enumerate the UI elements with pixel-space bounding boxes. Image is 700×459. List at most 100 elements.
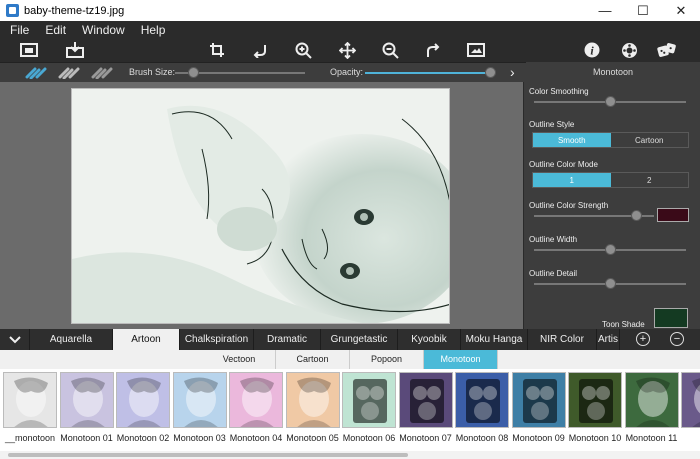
preset-label: Mo: [679, 433, 700, 443]
preset-thumbnail[interactable]: [3, 372, 57, 428]
undo-icon[interactable]: [250, 40, 270, 60]
preset-thumbnail[interactable]: [59, 372, 114, 428]
preset-thumbnail[interactable]: [455, 372, 509, 428]
preset-label: Monotoon 02: [116, 433, 170, 443]
outline-detail-slider-knob[interactable]: [605, 278, 616, 289]
crop-icon[interactable]: [207, 40, 227, 60]
title-bar: baby-theme-tz19.jpg — ☐ ✕: [0, 0, 700, 21]
app-icon: [6, 4, 19, 17]
tab-dramatic[interactable]: Dramatic: [254, 329, 321, 350]
redo-icon[interactable]: [423, 40, 443, 60]
brush-erase-icon[interactable]: [58, 66, 82, 80]
collapse-tabs-icon[interactable]: [0, 329, 30, 350]
effect-tabs: Aquarella Artoon Chalkspiration Dramatic…: [0, 329, 700, 350]
subtab-popoon[interactable]: Popoon: [350, 350, 424, 369]
tab-moku-hanga[interactable]: Moku Hanga: [461, 329, 528, 350]
outline-color-swatch[interactable]: [657, 208, 689, 222]
preset-strip: __monotoon Monotoon 01 Monotoon 02 Monotoon…: [0, 369, 700, 459]
scrollbar-thumb[interactable]: [8, 453, 408, 457]
outline-color-mode-1[interactable]: 1: [533, 173, 611, 187]
outline-style-toggle: Smooth Cartoon: [532, 132, 689, 148]
zoom-out-icon[interactable]: [380, 40, 400, 60]
color-smoothing-label: Color Smoothing: [529, 87, 589, 96]
save-icon[interactable]: [65, 40, 85, 60]
opacity-track[interactable]: [365, 72, 491, 74]
preset-label: Monotoon 10: [568, 433, 622, 443]
subtab-vectoon[interactable]: Vectoon: [203, 350, 276, 369]
brush-size-slider-knob[interactable]: [187, 67, 199, 78]
settings-icon[interactable]: [619, 40, 639, 60]
outline-color-mode-2[interactable]: 2: [611, 173, 689, 187]
settings-panel: Color Smoothing Outline Style Smooth Car…: [523, 82, 700, 329]
tab-grungetastic[interactable]: Grungetastic: [321, 329, 398, 350]
close-button[interactable]: ✕: [662, 0, 700, 21]
edited-photo[interactable]: [71, 88, 450, 324]
preset-label: Monotoon 03: [173, 433, 226, 443]
tab-chalkspiration[interactable]: Chalkspiration: [180, 329, 254, 350]
preset-thumbnail[interactable]: [398, 372, 453, 428]
remove-preset-icon[interactable]: −: [670, 332, 684, 346]
fit-image-icon[interactable]: [466, 40, 486, 60]
preset-thumbnail[interactable]: [229, 372, 283, 428]
subtab-cartoon[interactable]: Cartoon: [276, 350, 350, 369]
outline-color-mode-label: Outline Color Mode: [529, 160, 598, 169]
preset-thumbnail[interactable]: [342, 372, 396, 428]
random-icon[interactable]: [657, 40, 677, 60]
minimize-button[interactable]: —: [586, 0, 624, 21]
outline-width-slider-knob[interactable]: [605, 244, 616, 255]
brush-size-label: Brush Size:: [129, 67, 176, 77]
panel-title: Monotoon: [526, 62, 700, 82]
opacity-slider-knob[interactable]: [485, 67, 496, 78]
preset-label: __monotoon: [4, 433, 56, 443]
preset-label: Monotoon 11: [625, 433, 678, 443]
add-preset-icon[interactable]: +: [636, 332, 650, 346]
preset-label: Monotoon 05: [286, 433, 339, 443]
outline-style-cartoon[interactable]: Cartoon: [611, 133, 689, 147]
brush-restore-icon[interactable]: [25, 66, 49, 80]
outline-color-strength-slider-knob[interactable]: [631, 210, 642, 221]
maximize-button[interactable]: ☐: [624, 0, 662, 21]
outline-style-label: Outline Style: [529, 120, 575, 129]
preset-label: Monotoon 08: [455, 433, 509, 443]
menu-edit[interactable]: Edit: [45, 23, 66, 37]
opacity-label: Opacity:: [330, 67, 364, 77]
toolbar: i: [0, 38, 700, 62]
toon-shade-swatch[interactable]: [654, 308, 688, 328]
tab-kyoobik[interactable]: Kyoobik: [398, 329, 461, 350]
tab-aquarella[interactable]: Aquarella: [30, 329, 113, 350]
collapse-panel-arrow-icon[interactable]: ›: [510, 64, 515, 80]
color-smoothing-slider-knob[interactable]: [605, 96, 616, 107]
info-icon[interactable]: i: [582, 40, 602, 60]
outline-width-label: Outline Width: [529, 235, 578, 244]
subtab-monotoon[interactable]: Monotoon: [424, 350, 498, 369]
window-title: baby-theme-tz19.jpg: [24, 4, 125, 17]
tab-artis[interactable]: Artis: [597, 329, 620, 350]
menu-window[interactable]: Window: [82, 23, 125, 37]
preset-label: Monotoon 06: [342, 433, 396, 443]
canvas-area[interactable]: [0, 82, 523, 329]
preset-thumbnail[interactable]: [285, 372, 340, 428]
preset-label: Monotoon 09: [512, 433, 565, 443]
outline-color-mode-toggle: 1 2: [532, 172, 689, 188]
preset-thumbnail[interactable]: [624, 372, 679, 428]
preset-thumbnail[interactable]: [172, 372, 227, 428]
move-icon[interactable]: [337, 40, 357, 60]
brush-clear-icon[interactable]: [91, 66, 115, 80]
toon-shade-label: Toon Shade: [602, 320, 645, 329]
tab-artoon[interactable]: Artoon: [113, 329, 180, 350]
outline-detail-label: Outline Detail: [529, 269, 578, 278]
preset-thumbnail[interactable]: [511, 372, 566, 428]
preset-thumbnail[interactable]: [568, 372, 622, 428]
outline-style-smooth[interactable]: Smooth: [533, 133, 611, 147]
preset-label: Monotoon 04: [229, 433, 283, 443]
open-image-icon[interactable]: [19, 40, 39, 60]
preset-thumbnail[interactable]: [681, 372, 700, 428]
outline-color-strength-label: Outline Color Strength: [529, 201, 609, 210]
preset-scrollbar[interactable]: [0, 451, 700, 459]
menu-file[interactable]: File: [10, 23, 29, 37]
menu-bar: File Edit Window Help: [0, 21, 700, 38]
tab-nir-color[interactable]: NIR Color: [528, 329, 597, 350]
preset-thumbnail[interactable]: [116, 372, 170, 428]
zoom-in-icon[interactable]: [293, 40, 313, 60]
menu-help[interactable]: Help: [141, 23, 166, 37]
